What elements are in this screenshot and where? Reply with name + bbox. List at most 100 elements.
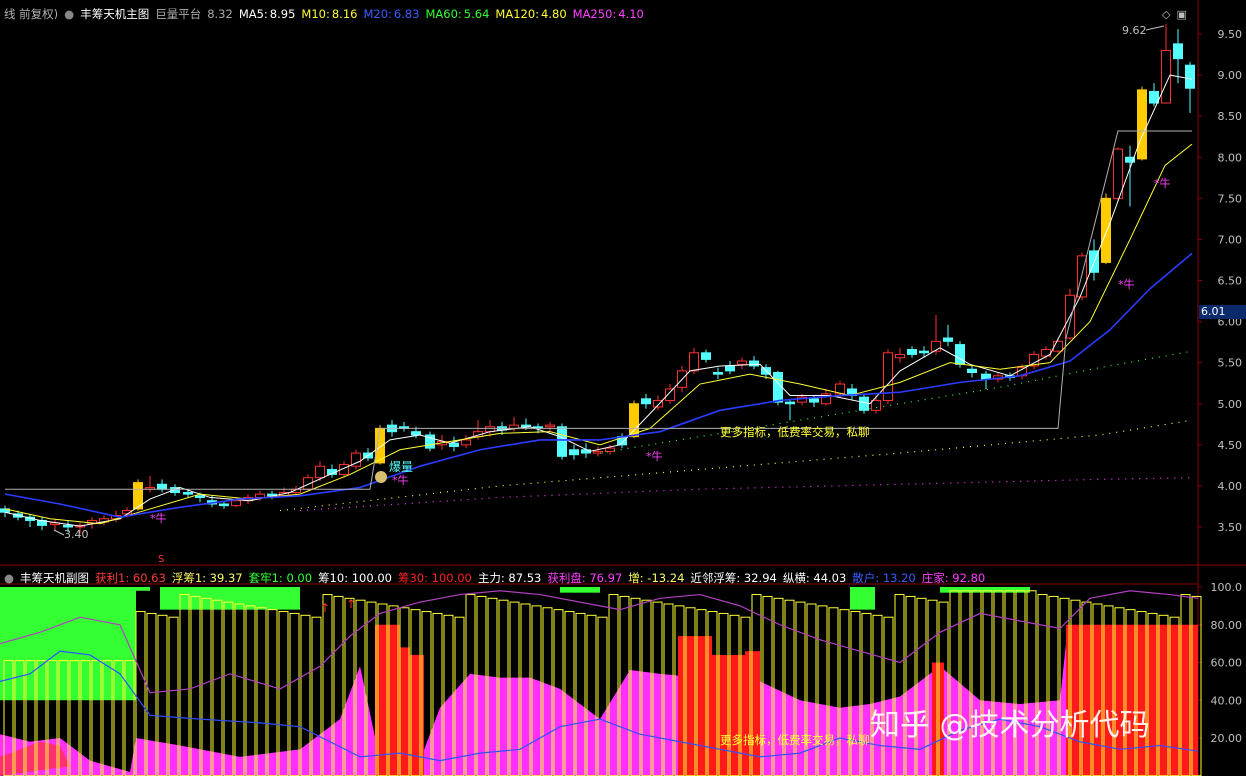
ma60-value: 5.64 [463,7,490,21]
candle-body [725,365,735,372]
sub-tick-label: 40.00 [1211,694,1243,707]
candle-body [895,353,905,359]
m20-line [4,252,1193,518]
price-tick-label: 8.00 [1218,151,1243,164]
candle-body [943,337,953,342]
floating-chip-bar [245,605,256,776]
sub-indicator-item: 近邻浮筹: 32.94 [690,571,777,585]
candle-body [569,449,579,456]
candle-body [195,495,205,498]
sub-indicator-item: 浮筹1: 39.37 [171,571,243,585]
price-tick-label: 6.50 [1218,275,1243,288]
candle-body [1053,340,1063,352]
candle-body [907,349,917,355]
sell-marker: S [158,554,164,565]
sub-indicator-item: 纵横: 44.03 [782,571,847,585]
low-price-pointer [53,529,65,536]
m20-value: 6.83 [393,7,420,21]
platform-value: 8.32 [207,7,233,21]
trapped-chip-area [0,587,136,663]
bull-star-marker: *牛 [1118,277,1135,291]
m10-line [4,143,1193,525]
price-tick-label: 5.00 [1218,398,1243,411]
indicator-name[interactable]: 丰筹天机主图 [80,6,149,22]
diamond-icon[interactable]: ◇ [1162,8,1170,21]
ma5-value: 8.95 [269,7,296,21]
candle-body [183,491,193,495]
sub-chart-header: ● 丰筹天机副图 获利1: 60.63 浮筹1: 39.37 套牢1: 0.00 筹1… [0,568,985,588]
sub-indicator-item: 套牢1: 0.00 [248,571,313,585]
main-chart-header: 线 前复权) ● 丰筹天机主图 巨量平台 8.32 MA5: 8.95 M10: 8… [0,4,644,24]
indicator-toggle-icon[interactable]: ● [64,7,74,21]
watermark: 知乎 @技术分析代码 [870,708,1150,743]
sub-indicator-item: 筹10: 100.00 [318,571,392,585]
price-tick-label: 4.50 [1218,439,1243,452]
price-tick-label: 7.00 [1218,233,1243,246]
price-tick-label: 5.50 [1218,357,1243,370]
candle-body [219,503,229,507]
candle-body [1185,64,1195,89]
ma60-line [599,350,1193,454]
candle-body [981,373,991,380]
floating-chip-bar [234,603,245,776]
high-price-label: 9.62 [1122,24,1147,37]
ma5-label: MA5: [238,7,268,21]
sub-chart-panel[interactable]: 100.0 80.00 60.00 40.00 20.00 更多指标，低费率交易，私聊 ↑ ↑… [0,566,1246,776]
bull-star-marker: *牛 [646,449,663,463]
panel-toggle-icon[interactable]: ▣ [1176,8,1186,21]
candle-body [1173,43,1183,60]
up-arrow-icon: ↑ [320,601,330,615]
sub-tick-label: 20.00 [1211,732,1243,745]
sub-indicator-item: 增: -13.24 [628,571,685,585]
candle-body [157,483,167,490]
candle-body [665,388,675,401]
candle-body [785,401,795,405]
promo-text-sub: 更多指标，低费率交易，私聊 [720,733,870,747]
candle-body [967,368,977,374]
candle-body [605,447,615,452]
candle-body [955,344,965,365]
candle-body [737,360,747,365]
candle-body [1137,89,1147,160]
sub-indicator-item: 获利1: 60.63 [95,571,166,585]
candle-body [629,403,639,438]
sub-tick-label: 80.00 [1211,619,1243,632]
candle-body [315,465,325,479]
candle-body [1149,91,1159,104]
candle-body [449,442,459,447]
floating-chip-bar [223,601,234,776]
sub-indicator-name[interactable]: 丰筹天机副图 [20,570,89,586]
price-tick-label: 9.50 [1218,28,1243,41]
trapped-chip-area [850,587,875,610]
candlestick-chart[interactable]: 9.509.008.508.007.507.006.506.005.505.00… [0,0,1246,566]
candle-body [593,450,603,454]
candle-body [859,396,869,411]
price-tick-label: 4.00 [1218,480,1243,493]
up-arrow-icon: ↑ [346,597,356,611]
ma120-label: MA120: [495,7,540,21]
platform-label: 巨量平台 [155,7,202,21]
candle-body [701,352,711,360]
candle-body [1113,148,1123,199]
candle-body [557,426,567,457]
sub-indicator-item: 庄家: 92.80 [921,571,986,585]
floating-chip-bar [201,597,212,776]
candle-body [231,500,241,507]
sub-indicator-item: 散户: 13.20 [852,571,916,585]
ma250-label: MA250: [572,7,617,21]
floating-chip-bar [256,607,267,776]
chip-distribution-chart[interactable]: 100.0 80.00 60.00 40.00 20.00 更多指标，低费率交易，私聊 ↑ ↑ [0,566,1246,776]
main-chart-panel[interactable]: 9.50 9.00 8.50 8.00 7.50 7.00 6.50 6.00 5.50 5.00… [0,0,1246,566]
volume-platform-line [5,130,1192,490]
floating-chip-bar [212,599,223,776]
m20-label: M20: [363,7,392,21]
ma60-label: MA60: [425,7,462,21]
panel-controls: ◇ ▣ [1162,8,1187,21]
candle-body [689,352,699,372]
candle-body [809,398,819,403]
ma5-line [4,74,1193,527]
candle-body [545,424,555,428]
floating-chip-bar [267,609,278,776]
volume-burst-icon [375,471,387,483]
sub-toggle-icon[interactable]: ● [4,571,14,585]
